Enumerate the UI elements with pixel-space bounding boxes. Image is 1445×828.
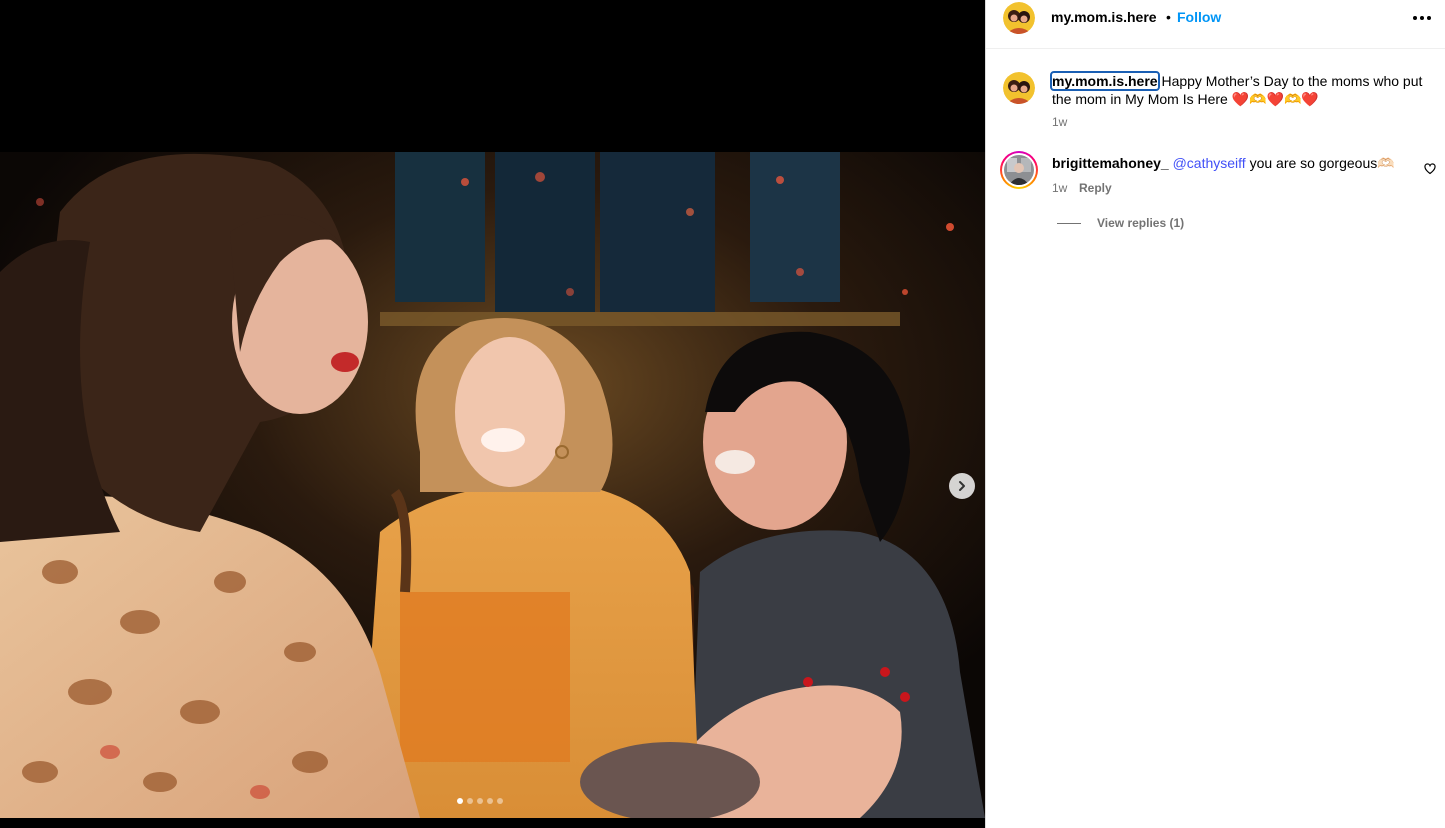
commenter-username[interactable]: brigittemahoney_ <box>1052 155 1169 171</box>
post-details-panel: my.mom.is.here • Follow my.mom.is.here H… <box>985 0 1445 828</box>
author-username[interactable]: my.mom.is.here <box>1051 9 1157 25</box>
comment-text-block: brigittemahoney_ @cathyseiff you are so … <box>1052 154 1417 172</box>
commenter-avatar[interactable] <box>1000 151 1038 189</box>
post-photo[interactable] <box>0 152 985 818</box>
header-separator: • <box>1166 9 1171 25</box>
commenter-avatar-image <box>1004 155 1034 185</box>
view-replies-button[interactable]: View replies (1) <box>1097 216 1184 230</box>
next-photo-button[interactable] <box>949 473 975 499</box>
carousel-dot <box>457 798 463 804</box>
media-viewer <box>0 0 985 828</box>
caption-avatar-image <box>1003 72 1035 104</box>
carousel-dot <box>497 798 503 804</box>
carousel-dot <box>487 798 493 804</box>
author-avatar-image <box>1003 2 1035 34</box>
post-photo-image <box>0 152 985 818</box>
caption-timestamp[interactable]: 1w <box>1052 115 1067 129</box>
caption-author-username[interactable]: my.mom.is.here <box>1050 71 1160 91</box>
carousel-indicator <box>457 798 503 804</box>
follow-button[interactable]: Follow <box>1177 9 1221 25</box>
post-caption: my.mom.is.here Happy Mother’s Day to the… <box>1050 71 1442 108</box>
comment-text: you are so gorgeous🫶🏻 <box>1245 155 1395 171</box>
carousel-dot <box>477 798 483 804</box>
chevron-right-icon <box>959 481 965 491</box>
caption-author-avatar[interactable] <box>1003 72 1035 104</box>
reply-button[interactable]: Reply <box>1079 181 1112 195</box>
author-avatar[interactable] <box>1003 2 1035 34</box>
more-horizontal-icon[interactable] <box>1413 16 1431 20</box>
comment-timestamp[interactable]: 1w <box>1052 181 1067 195</box>
comment-mention-link[interactable]: @cathyseiff <box>1173 155 1246 171</box>
carousel-dot <box>467 798 473 804</box>
heart-outline-icon[interactable] <box>1424 163 1436 175</box>
replies-divider <box>1057 223 1081 224</box>
post-header: my.mom.is.here • Follow <box>986 0 1445 49</box>
